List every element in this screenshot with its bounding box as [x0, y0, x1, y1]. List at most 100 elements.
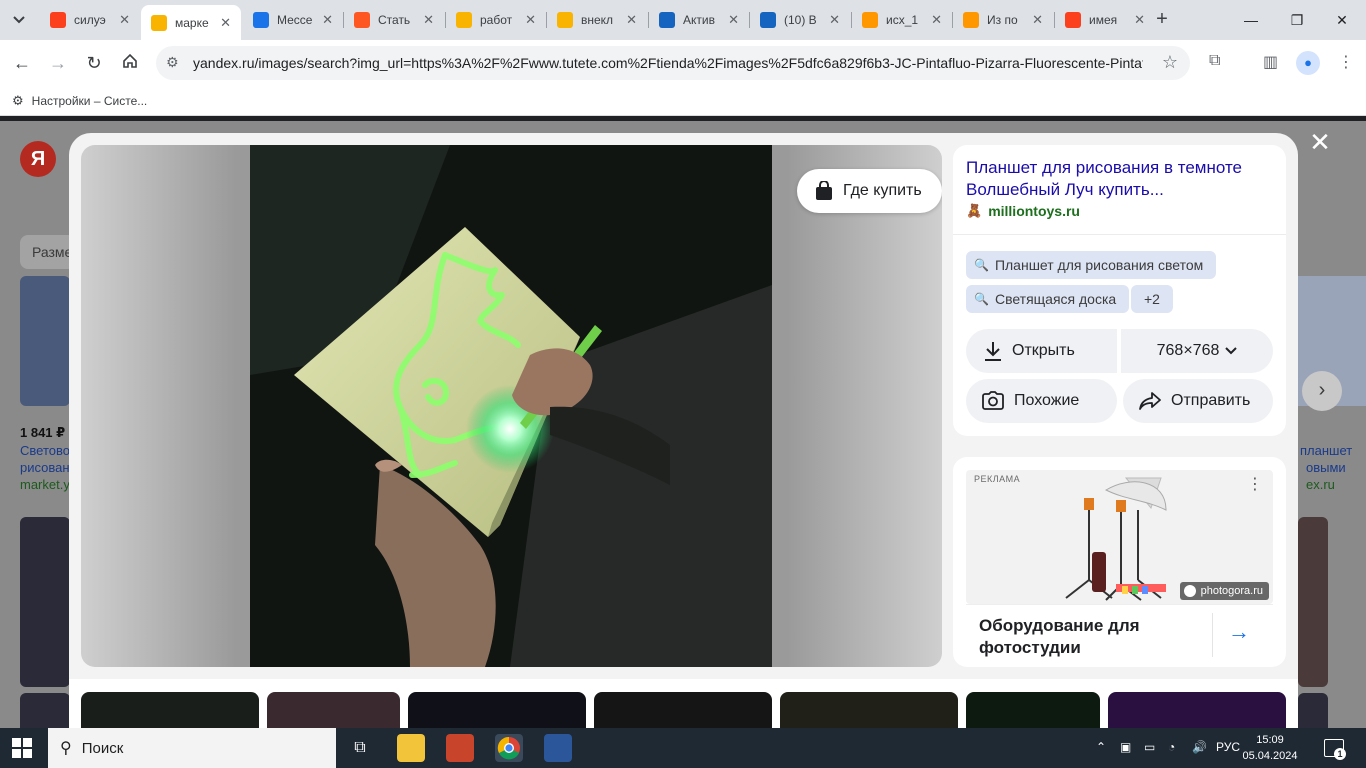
- close-tab-icon[interactable]: ✕: [931, 12, 942, 28]
- close-tab-icon[interactable]: ✕: [423, 12, 434, 28]
- similar-image-thumb[interactable]: [594, 692, 772, 733]
- camera-icon: [1183, 585, 1196, 597]
- tag-chip[interactable]: 🔍 Светящаяся доска: [966, 285, 1130, 313]
- main-image[interactable]: [250, 145, 772, 667]
- close-viewer-button[interactable]: ✕: [1306, 128, 1334, 156]
- result-thumbnail[interactable]: [1298, 517, 1328, 687]
- arrow-right-icon[interactable]: →: [1228, 619, 1250, 645]
- result-snippet[interactable]: рисован: [20, 460, 70, 475]
- taskbar-search[interactable]: ⚲ Поиск: [48, 728, 336, 768]
- tag-chip[interactable]: 🔍 Планшет для рисования светом: [966, 251, 1217, 279]
- next-image-button[interactable]: ›: [1302, 371, 1342, 411]
- extensions-icon[interactable]: ⧉: [1209, 52, 1220, 70]
- similar-image-thumb[interactable]: [780, 692, 958, 733]
- network-icon[interactable]: ▣: [1120, 740, 1131, 754]
- browser-tab[interactable]: Из по ✕: [953, 5, 1053, 35]
- similar-images-button[interactable]: Похожие: [966, 379, 1117, 423]
- ad-menu-icon[interactable]: ⋮: [1247, 474, 1263, 494]
- side-panel-icon[interactable]: ▥: [1263, 52, 1278, 72]
- bookmarks-bar: ⚙ Настройки – Систе...: [0, 86, 1366, 116]
- address-bar[interactable]: ⚙ yandex.ru/images/search?img_url=https%…: [156, 46, 1190, 80]
- browser-tab[interactable]: Актив ✕: [649, 5, 749, 35]
- reload-button[interactable]: ↻: [81, 50, 107, 76]
- result-snippet[interactable]: Светово: [20, 443, 70, 458]
- close-window-button[interactable]: ✕: [1327, 8, 1357, 32]
- close-tab-icon[interactable]: ✕: [829, 12, 840, 28]
- bookmark-star-icon[interactable]: ☆: [1162, 52, 1178, 73]
- bookmark-settings[interactable]: ⚙ Настройки – Систе...: [12, 93, 147, 109]
- similar-image-thumb[interactable]: [966, 692, 1100, 733]
- similar-image-thumb[interactable]: [267, 692, 400, 733]
- close-tab-icon[interactable]: ✕: [1032, 12, 1043, 28]
- result-snippet[interactable]: овыми: [1306, 460, 1346, 475]
- home-button[interactable]: [117, 50, 143, 76]
- ad-caption[interactable]: Оборудование для фотостудии →: [966, 604, 1273, 667]
- ad-card[interactable]: РЕКЛАМА ⋮ photogora.ru Оборудование для …: [953, 457, 1286, 667]
- close-tab-icon[interactable]: ✕: [728, 12, 739, 28]
- browser-tab[interactable]: имея ✕: [1055, 5, 1155, 35]
- result-thumbnail[interactable]: [20, 276, 70, 406]
- browser-tab[interactable]: Стать ✕: [344, 5, 444, 35]
- close-tab-icon[interactable]: ✕: [525, 12, 536, 28]
- volume-icon[interactable]: 🔊: [1192, 740, 1207, 754]
- chrome-logo-icon: [497, 736, 520, 760]
- close-tab-icon[interactable]: ✕: [220, 15, 231, 31]
- tab-title: (10) В: [784, 13, 817, 27]
- chrome-icon[interactable]: [495, 734, 523, 762]
- bookmark-label: Настройки – Систе...: [31, 94, 148, 108]
- maximize-button[interactable]: ❐: [1282, 8, 1312, 32]
- where-to-buy-button[interactable]: Где купить: [797, 169, 942, 213]
- powerpoint-icon[interactable]: [446, 734, 474, 762]
- site-info-icon[interactable]: ⚙: [166, 54, 179, 71]
- result-site[interactable]: ex.ru: [1306, 477, 1335, 492]
- file-explorer-icon[interactable]: [397, 734, 425, 762]
- source-title-link[interactable]: Планшет для рисования в темноте Волшебны…: [966, 157, 1266, 201]
- tab-separator: [851, 12, 852, 28]
- result-thumbnail[interactable]: [20, 517, 70, 687]
- close-tab-icon[interactable]: ✕: [1134, 12, 1145, 28]
- wifi-icon[interactable]: ◔: [1168, 740, 1175, 754]
- divider: [1212, 613, 1213, 657]
- new-tab-button[interactable]: +: [1150, 8, 1174, 32]
- battery-icon[interactable]: ▭: [1144, 740, 1155, 754]
- ad-image[interactable]: РЕКЛАМА ⋮ photogora.ru: [966, 470, 1273, 604]
- similar-image-thumb[interactable]: [1108, 692, 1286, 733]
- similar-image-thumb[interactable]: [408, 692, 586, 733]
- profile-avatar[interactable]: ●: [1296, 51, 1320, 75]
- result-site[interactable]: market.y: [20, 477, 70, 492]
- menu-icon[interactable]: ⋮: [1338, 52, 1354, 72]
- minimize-button[interactable]: —: [1236, 8, 1266, 32]
- more-tags-chip[interactable]: +2: [1131, 285, 1173, 313]
- browser-tab[interactable]: Мессе ✕: [243, 5, 343, 35]
- similar-image-thumb[interactable]: [81, 692, 259, 733]
- close-tab-icon[interactable]: ✕: [119, 12, 130, 28]
- back-button[interactable]: ←: [9, 50, 35, 76]
- language-indicator[interactable]: РУС: [1216, 740, 1240, 754]
- result-thumbnail[interactable]: [20, 693, 70, 728]
- system-clock[interactable]: 15:09 05.04.2024: [1240, 732, 1300, 764]
- image-size-dropdown[interactable]: 768×768: [1121, 329, 1273, 373]
- site-name: milliontoys.ru: [988, 203, 1080, 219]
- open-image-button[interactable]: Открыть: [966, 329, 1117, 373]
- start-button[interactable]: [12, 738, 32, 763]
- browser-tab[interactable]: марке ✕: [141, 5, 241, 40]
- browser-tab[interactable]: внекл ✕: [547, 5, 647, 35]
- tab-title: силуэ: [74, 13, 106, 27]
- close-tab-icon[interactable]: ✕: [322, 12, 333, 28]
- result-snippet[interactable]: планшет: [1300, 443, 1352, 458]
- result-thumbnail[interactable]: [1298, 693, 1328, 728]
- source-site-link[interactable]: 🧸 milliontoys.ru: [966, 203, 1080, 219]
- task-view-icon[interactable]: ⧉: [346, 734, 374, 762]
- browser-tab[interactable]: исх_1 ✕: [852, 5, 952, 35]
- browser-tab[interactable]: работ ✕: [446, 5, 546, 35]
- tab-search-button[interactable]: [6, 7, 32, 33]
- show-hidden-icons-chevron[interactable]: ⌃: [1096, 740, 1106, 754]
- word-icon[interactable]: [544, 734, 572, 762]
- forward-button[interactable]: →: [45, 50, 71, 76]
- ad-brand-badge[interactable]: photogora.ru: [1179, 582, 1269, 600]
- download-icon: [985, 342, 1001, 361]
- browser-tab[interactable]: силуэ ✕: [40, 5, 140, 35]
- close-tab-icon[interactable]: ✕: [626, 12, 637, 28]
- share-button[interactable]: Отправить: [1123, 379, 1273, 423]
- browser-tab[interactable]: (10) В ✕: [750, 5, 850, 35]
